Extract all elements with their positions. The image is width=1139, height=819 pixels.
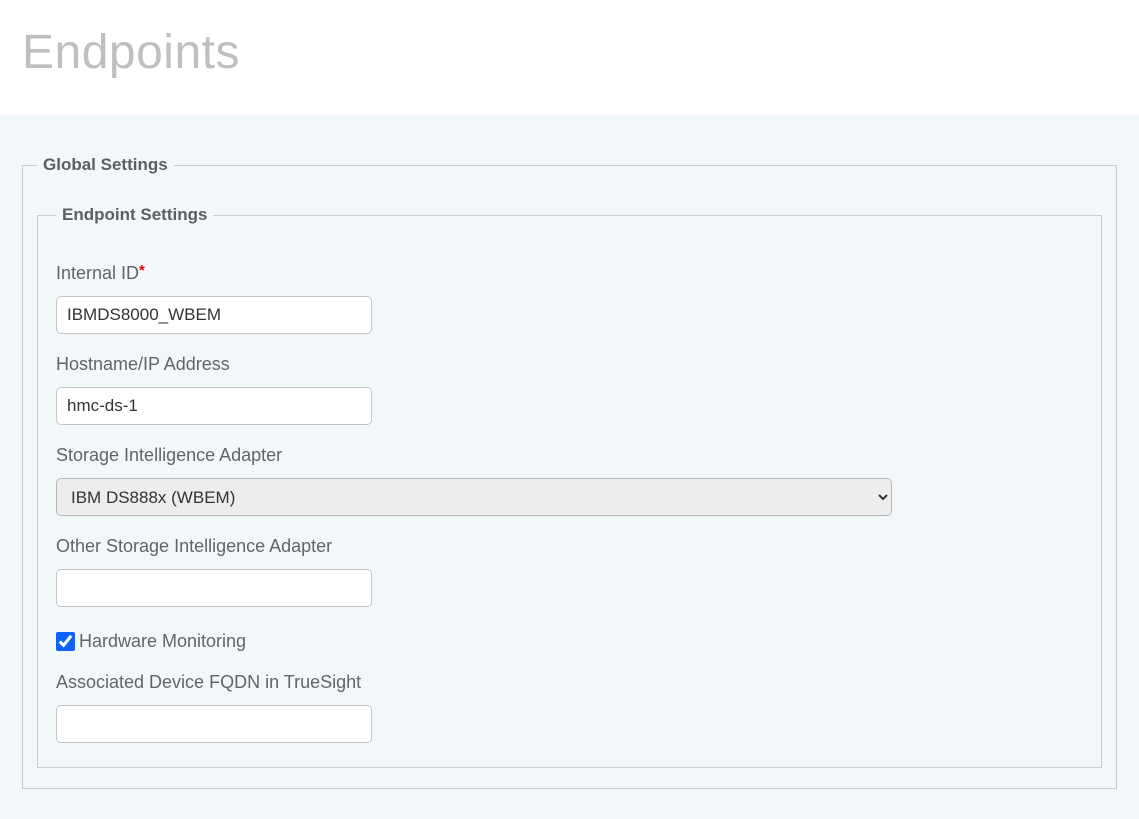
endpoint-settings-legend: Endpoint Settings bbox=[56, 205, 213, 225]
other-adapter-input[interactable] bbox=[56, 569, 372, 607]
other-adapter-label: Other Storage Intelligence Adapter bbox=[56, 536, 1083, 557]
content-area: Global Settings Endpoint Settings Intern… bbox=[0, 115, 1139, 819]
hostname-field: Hostname/IP Address bbox=[56, 354, 1083, 425]
internal-id-label: Internal ID* bbox=[56, 263, 1083, 284]
internal-id-label-text: Internal ID bbox=[56, 263, 139, 283]
adapter-label: Storage Intelligence Adapter bbox=[56, 445, 1083, 466]
adapter-field: Storage Intelligence Adapter IBM DS888x … bbox=[56, 445, 1083, 516]
adapter-select[interactable]: IBM DS888x (WBEM) bbox=[56, 478, 892, 516]
hardware-monitoring-row: Hardware Monitoring bbox=[56, 631, 1083, 652]
page-title: Endpoints bbox=[22, 25, 1117, 80]
global-settings-fieldset: Global Settings Endpoint Settings Intern… bbox=[22, 155, 1117, 789]
hostname-label: Hostname/IP Address bbox=[56, 354, 1083, 375]
fqdn-label: Associated Device FQDN in TrueSight bbox=[56, 672, 1083, 693]
internal-id-field: Internal ID* bbox=[56, 263, 1083, 334]
hostname-input[interactable] bbox=[56, 387, 372, 425]
fqdn-field: Associated Device FQDN in TrueSight bbox=[56, 672, 1083, 743]
endpoint-settings-fieldset: Endpoint Settings Internal ID* Hostname/… bbox=[37, 205, 1102, 768]
hardware-monitoring-checkbox[interactable] bbox=[56, 632, 75, 651]
required-mark: * bbox=[139, 262, 145, 279]
internal-id-input[interactable] bbox=[56, 296, 372, 334]
global-settings-legend: Global Settings bbox=[37, 155, 174, 175]
page-header: Endpoints bbox=[0, 0, 1139, 115]
fqdn-input[interactable] bbox=[56, 705, 372, 743]
hardware-monitoring-label[interactable]: Hardware Monitoring bbox=[79, 631, 246, 652]
other-adapter-field: Other Storage Intelligence Adapter bbox=[56, 536, 1083, 607]
